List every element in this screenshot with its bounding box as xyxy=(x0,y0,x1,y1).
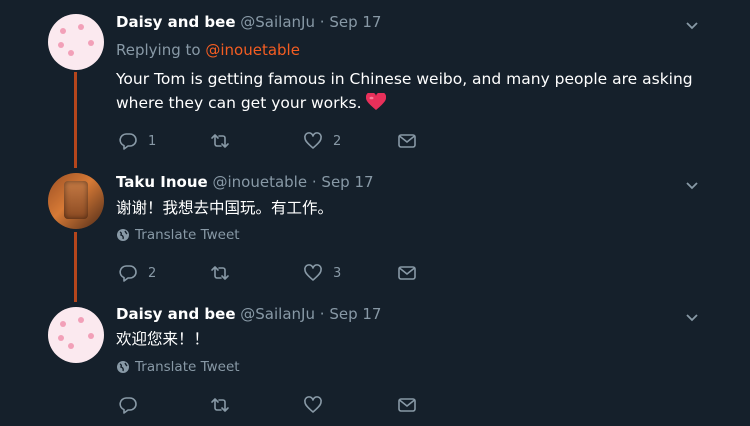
like-icon xyxy=(304,264,322,281)
tweet-text: Your Tom is getting famous in Chinese we… xyxy=(116,67,706,115)
retweet-button[interactable] xyxy=(210,131,240,151)
retweet-icon xyxy=(211,266,229,280)
display-name[interactable]: Daisy and bee xyxy=(116,13,236,31)
share-button[interactable] xyxy=(397,263,417,283)
handle[interactable]: @SailanJu xyxy=(240,305,315,323)
reply-icon xyxy=(119,265,137,282)
globe-icon xyxy=(117,229,129,241)
reply-button[interactable]: 2 xyxy=(118,263,156,283)
chevron-down-icon[interactable] xyxy=(684,17,700,33)
translate-label: Translate Tweet xyxy=(135,359,240,375)
translate-tweet[interactable]: Translate Tweet xyxy=(116,359,240,375)
avatar[interactable] xyxy=(48,14,104,70)
like-button[interactable]: 3 xyxy=(303,263,341,283)
red-heart-emoji xyxy=(366,93,387,110)
tweet[interactable]: Taku Inoue @inouetable · Sep 17 谢谢！我想去中国… xyxy=(0,160,750,292)
translate-tweet[interactable]: Translate Tweet xyxy=(116,227,240,243)
tweet-header: Daisy and bee @SailanJu · Sep 17 xyxy=(116,13,381,33)
retweet-button[interactable] xyxy=(210,395,240,415)
mention-link[interactable]: @inouetable xyxy=(205,41,300,59)
separator: · xyxy=(319,305,325,323)
tweet[interactable]: Daisy and bee @SailanJu · Sep 17 欢迎您来！！ … xyxy=(0,292,750,426)
tweet-text: 欢迎您来！！ xyxy=(116,330,210,348)
translate-label: Translate Tweet xyxy=(135,227,240,243)
reply-count: 1 xyxy=(148,133,157,149)
tweet-text: 谢谢！我想去中国玩。有工作。 xyxy=(116,199,334,217)
reply-count: 2 xyxy=(148,265,157,281)
reply-icon xyxy=(119,397,137,414)
retweet-icon xyxy=(211,134,229,148)
replying-label: Replying to xyxy=(116,41,201,59)
avatar[interactable] xyxy=(48,173,104,229)
like-button[interactable]: 2 xyxy=(303,131,341,151)
like-button[interactable] xyxy=(303,395,333,415)
chevron-down-icon[interactable] xyxy=(684,177,700,193)
separator: · xyxy=(311,173,317,191)
separator: · xyxy=(319,13,325,31)
avatar[interactable] xyxy=(48,307,104,363)
tweet-date[interactable]: Sep 17 xyxy=(321,173,373,191)
tweet-date[interactable]: Sep 17 xyxy=(329,305,381,323)
tweet-header: Daisy and bee @SailanJu · Sep 17 xyxy=(116,305,381,325)
tweet[interactable]: Daisy and bee @SailanJu · Sep 17 Replyin… xyxy=(0,0,750,160)
tweet-header: Taku Inoue @inouetable · Sep 17 xyxy=(116,173,374,193)
display-name[interactable]: Taku Inoue xyxy=(116,173,208,191)
like-count: 2 xyxy=(333,133,342,149)
reply-button[interactable] xyxy=(118,395,148,415)
share-button[interactable] xyxy=(397,395,417,415)
reply-button[interactable]: 1 xyxy=(118,131,156,151)
like-icon xyxy=(304,396,322,413)
share-icon xyxy=(398,266,416,280)
retweet-icon xyxy=(211,398,229,412)
handle[interactable]: @SailanJu xyxy=(240,13,315,31)
globe-icon xyxy=(117,361,129,373)
tweet-date[interactable]: Sep 17 xyxy=(329,13,381,31)
reply-icon xyxy=(119,133,137,150)
tweet-thread: { "tweets": [ { "name": "Daisy and bee",… xyxy=(0,0,750,426)
like-icon xyxy=(304,132,322,149)
handle[interactable]: @inouetable xyxy=(213,173,308,191)
share-icon xyxy=(398,134,416,148)
retweet-button[interactable] xyxy=(210,263,240,283)
tweet-text-content: Your Tom is getting famous in Chinese we… xyxy=(116,70,693,112)
replying-to: Replying to @inouetable xyxy=(116,41,300,59)
like-count: 3 xyxy=(333,265,342,281)
display-name[interactable]: Daisy and bee xyxy=(116,305,236,323)
share-button[interactable] xyxy=(397,131,417,151)
share-icon xyxy=(398,398,416,412)
chevron-down-icon[interactable] xyxy=(684,309,700,325)
